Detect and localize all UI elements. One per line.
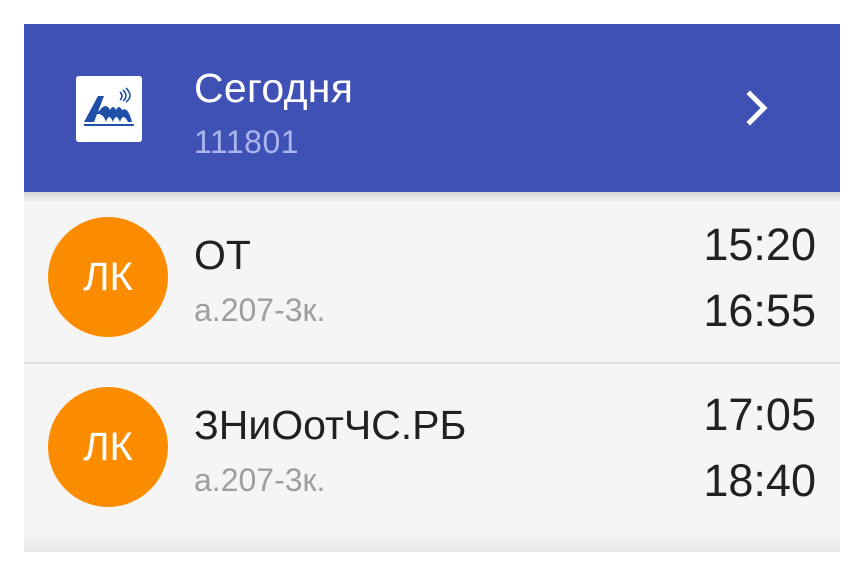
widget-header[interactable]: Сегодня 111801	[24, 24, 840, 192]
schedule-widget: Сегодня 111801 ЛК ОТ а.207-3к. 15:20 16:…	[24, 24, 840, 552]
chevron-right-icon[interactable]	[736, 86, 780, 130]
lesson-subject: ЗНиОотЧС.РБ	[194, 402, 467, 448]
lesson-type-badge: ЛК	[48, 217, 168, 337]
lesson-item[interactable]: ЛК ОТ а.207-3к. 15:20 16:55	[24, 192, 840, 362]
lesson-end-time: 16:55	[703, 285, 816, 336]
lesson-room: а.207-3к.	[194, 462, 326, 498]
lesson-item[interactable]: ЛК ЗНиОотЧС.РБ а.207-3к. 17:05 18:40	[24, 362, 840, 532]
lesson-end-time: 18:40	[703, 455, 816, 506]
list-bottom-edge	[24, 532, 840, 552]
lesson-subject: ОТ	[194, 232, 251, 278]
group-number: 111801	[194, 124, 300, 160]
university-logo-icon	[76, 76, 142, 142]
lesson-room: а.207-3к.	[194, 292, 326, 328]
lesson-start-time: 15:20	[703, 219, 816, 270]
lesson-type-badge: ЛК	[48, 387, 168, 507]
lesson-list: ЛК ОТ а.207-3к. 15:20 16:55 ЛК ЗНиОотЧС.…	[24, 192, 840, 532]
lesson-start-time: 17:05	[703, 389, 816, 440]
header-title: Сегодня	[194, 65, 354, 111]
